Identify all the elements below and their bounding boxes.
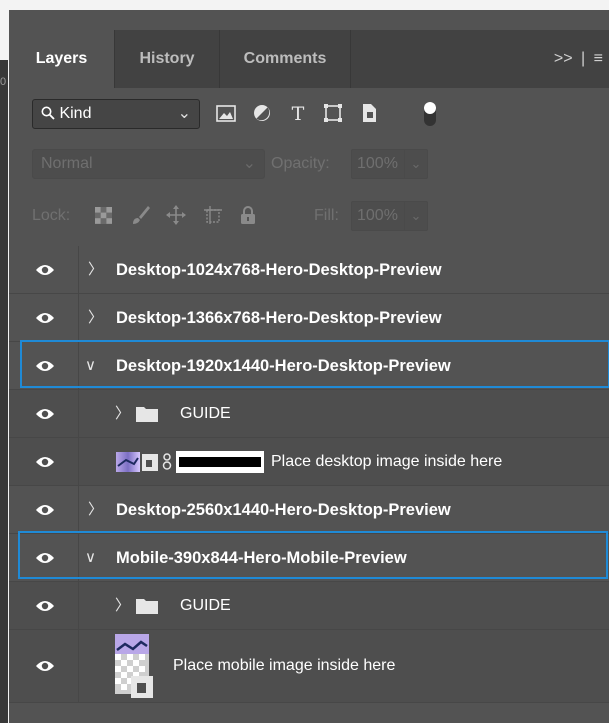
lock-label: Lock:: [32, 207, 71, 224]
eye-icon: [36, 456, 54, 467]
visibility-toggle[interactable]: [9, 294, 79, 341]
chevron-down-icon[interactable]: ∨: [85, 534, 96, 582]
layer-row[interactable]: 〉 Desktop-1024x768-Hero-Desktop-Preview: [9, 246, 609, 294]
lock-artboard-icon[interactable]: [202, 204, 224, 226]
layer-row-selected[interactable]: ∨ Mobile-390x844-Hero-Mobile-Preview: [9, 534, 609, 582]
panel-tools: >> | ≡: [554, 30, 603, 88]
lock-transparent-pixels-icon[interactable]: [93, 204, 115, 226]
layer-group-name: Desktop-1920x1440-Hero-Desktop-Preview: [116, 357, 451, 375]
folder-icon: [136, 407, 158, 422]
adjustment-filter-icon[interactable]: [251, 102, 273, 124]
visibility-toggle[interactable]: [9, 246, 79, 293]
blend-mode-select[interactable]: Normal ⌄: [32, 149, 265, 179]
chevron-down-icon: ⌄: [242, 155, 256, 172]
layer-name: Place desktop image inside here: [271, 453, 503, 470]
layers-panel: Layers History Comments >> | ≡ Kind ⌄ T …: [9, 10, 609, 723]
visibility-toggle[interactable]: [9, 438, 79, 485]
mobile-thumbnail: [115, 634, 153, 698]
left-ruler: 0: [0, 60, 8, 723]
fill-dropdown-icon[interactable]: ⌄: [405, 201, 428, 231]
filter-toggle-icon[interactable]: [422, 100, 438, 128]
type-filter-icon[interactable]: T: [287, 102, 309, 124]
layer-name: GUIDE: [180, 405, 231, 422]
ruler-label: 0: [0, 76, 7, 88]
blend-row: Normal ⌄ Opacity: 100% ⌄: [9, 138, 609, 188]
layer-group-name: Desktop-1366x768-Hero-Desktop-Preview: [116, 309, 442, 327]
eye-icon: [36, 600, 54, 611]
visibility-toggle[interactable]: [9, 582, 79, 629]
tools-separator: |: [581, 50, 586, 67]
layer-row[interactable]: 〉 Desktop-1366x768-Hero-Desktop-Preview: [9, 294, 609, 342]
chevron-down-icon: ⌄: [177, 105, 191, 122]
visibility-toggle[interactable]: [9, 390, 79, 437]
eye-icon: [36, 312, 54, 323]
folder-icon: [136, 599, 158, 614]
filter-row: Kind ⌄ T: [9, 88, 609, 138]
tab-comments[interactable]: Comments: [220, 30, 350, 88]
lock-all-icon[interactable]: [237, 204, 259, 226]
chevron-right-icon[interactable]: 〉: [88, 486, 103, 534]
tab-history-label: History: [139, 50, 195, 67]
panel-tab-bar: Layers History Comments >> | ≡: [9, 30, 609, 88]
chevron-right-icon[interactable]: 〉: [115, 582, 130, 630]
layer-row-selected[interactable]: ∨ Desktop-1920x1440-Hero-Desktop-Preview: [9, 342, 609, 390]
filter-kind-select[interactable]: Kind ⌄: [32, 99, 200, 129]
tab-history[interactable]: History: [115, 30, 219, 88]
eye-icon: [36, 408, 54, 419]
visibility-toggle[interactable]: [9, 630, 79, 702]
eye-icon: [36, 661, 54, 671]
visibility-toggle[interactable]: [9, 534, 79, 581]
lock-position-icon[interactable]: [165, 204, 187, 226]
eye-icon: [36, 360, 54, 371]
visibility-toggle[interactable]: [9, 486, 79, 533]
layer-thumbnails: [116, 451, 264, 473]
svg-text:T: T: [292, 103, 305, 124]
layer-row[interactable]: Place mobile image inside here: [9, 630, 609, 703]
eye-icon: [36, 264, 54, 275]
expand-panels-icon[interactable]: >>: [554, 50, 573, 67]
tab-layers-label: Layers: [35, 50, 88, 67]
layer-row[interactable]: 〉 Desktop-2560x1440-Hero-Desktop-Preview: [9, 486, 609, 534]
lock-image-pixels-icon[interactable]: [130, 204, 152, 226]
fill-input[interactable]: 100%: [351, 201, 405, 231]
layer-row[interactable]: Place desktop image inside here: [9, 438, 609, 486]
opacity-label: Opacity:: [271, 155, 330, 172]
tab-divider: [350, 30, 351, 88]
image-filter-icon[interactable]: [215, 102, 237, 124]
tab-comments-label: Comments: [243, 50, 327, 67]
eye-icon: [36, 504, 54, 515]
layers-list: 〉 Desktop-1024x768-Hero-Desktop-Preview …: [9, 246, 609, 703]
fill-label: Fill:: [314, 207, 339, 224]
filter-kind-label: Kind: [59, 105, 92, 122]
layer-row[interactable]: 〉 GUIDE: [9, 582, 609, 630]
layer-row[interactable]: 〉 GUIDE: [9, 390, 609, 438]
opacity-input[interactable]: 100%: [351, 149, 405, 179]
layer-name: Place mobile image inside here: [173, 657, 396, 674]
panel-menu-icon[interactable]: ≡: [594, 50, 603, 67]
lock-row: Lock: Fill: 100% ⌄: [9, 190, 609, 240]
chevron-down-icon[interactable]: ∨: [85, 342, 96, 390]
search-icon: [41, 106, 55, 120]
tab-layers[interactable]: Layers: [9, 30, 114, 88]
layer-group-name: Mobile-390x844-Hero-Mobile-Preview: [116, 549, 407, 567]
chevron-right-icon[interactable]: 〉: [88, 246, 103, 294]
opacity-dropdown-icon[interactable]: ⌄: [405, 149, 428, 179]
blend-mode-value: Normal: [41, 155, 93, 172]
eye-icon: [36, 552, 54, 563]
layer-name: GUIDE: [180, 597, 231, 614]
chevron-right-icon[interactable]: 〉: [88, 294, 103, 342]
layer-group-name: Desktop-1024x768-Hero-Desktop-Preview: [116, 261, 442, 279]
chevron-right-icon[interactable]: 〉: [115, 390, 130, 438]
shape-filter-icon[interactable]: [322, 102, 344, 124]
layer-group-name: Desktop-2560x1440-Hero-Desktop-Preview: [116, 501, 451, 519]
visibility-toggle[interactable]: [9, 342, 79, 389]
smart-object-filter-icon[interactable]: [358, 102, 380, 124]
